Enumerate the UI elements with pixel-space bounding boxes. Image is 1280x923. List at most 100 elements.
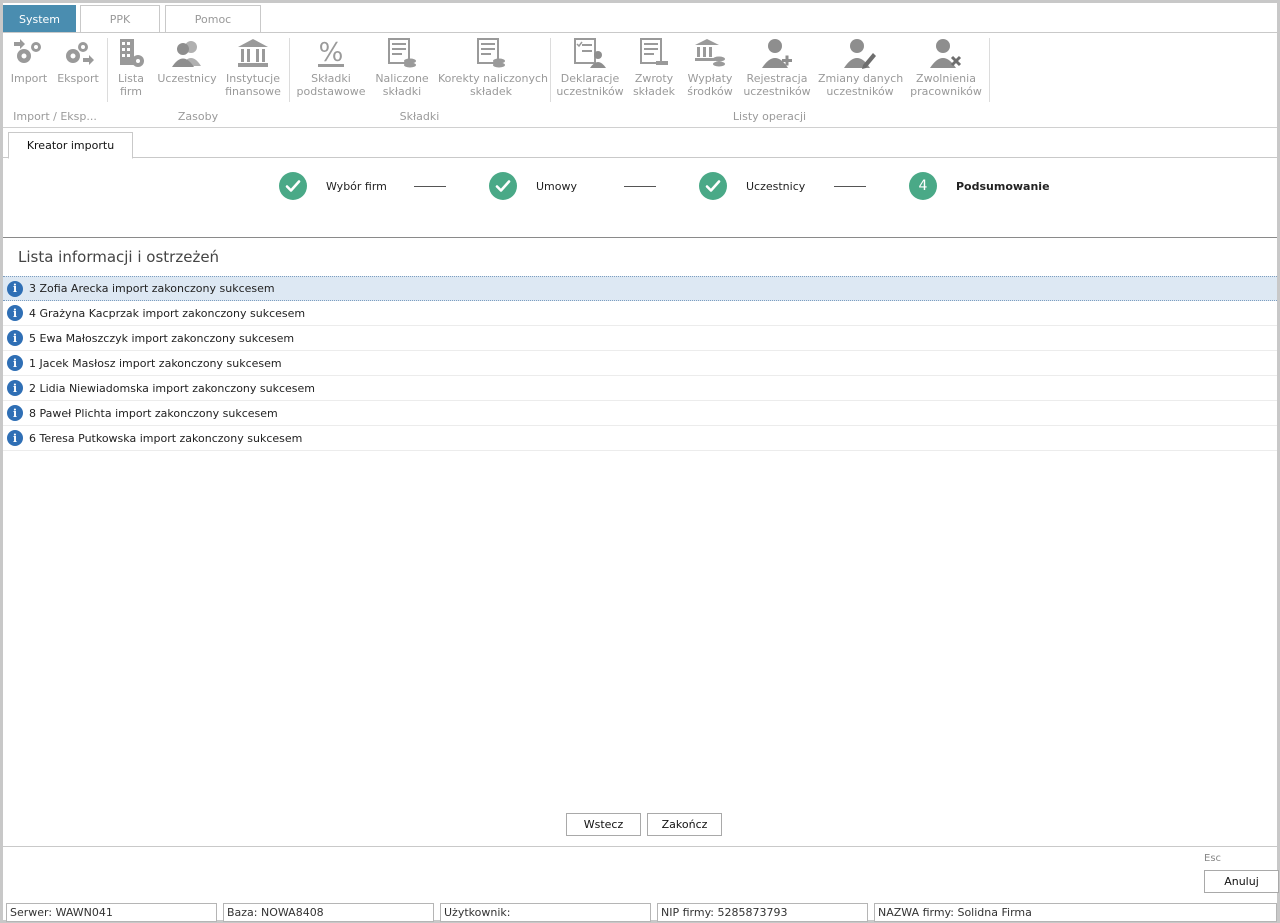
esc-shortcut-hint: Esc xyxy=(1204,853,1222,864)
step-1-done-icon xyxy=(279,172,307,200)
import-button[interactable]: Import xyxy=(7,36,51,85)
building-gear-icon xyxy=(113,36,149,70)
document-minus-icon xyxy=(631,36,677,70)
naliczone-skladki-button[interactable]: Naliczone składki xyxy=(373,36,431,98)
zwroty-label: Zwroty składek xyxy=(632,72,676,98)
message-text: 4 Grażyna Kacprzak import zakonczony suk… xyxy=(29,306,306,320)
user-remove-icon xyxy=(909,36,983,70)
list-item[interactable]: i 8 Paweł Plichta import zakonczony sukc… xyxy=(3,401,1277,426)
instytucje-label: Instytucje finansowe xyxy=(225,72,281,98)
list-item[interactable]: i 3 Zofia Arecka import zakonczony sukce… xyxy=(3,276,1277,301)
bank-icon xyxy=(222,36,284,70)
messages-list: i 3 Zofia Arecka import zakonczony sukce… xyxy=(3,276,1277,451)
wyplaty-label: Wypłaty środków xyxy=(687,72,733,98)
group-label-import-eksport: Import / Eksp... xyxy=(13,110,97,123)
group-label-listy-operacji: Listy operacji xyxy=(732,110,807,123)
back-button[interactable]: Wstecz xyxy=(566,813,641,836)
uczestnicy-button[interactable]: Uczestnicy xyxy=(157,36,217,85)
lista-firm-button[interactable]: Lista firm xyxy=(113,36,149,98)
step-connector xyxy=(414,186,446,187)
finish-button[interactable]: Zakończ xyxy=(647,813,722,836)
sheet-coins-icon xyxy=(438,36,544,70)
import-gears-icon xyxy=(7,36,51,70)
step-2-label: Umowy xyxy=(536,180,578,193)
checklist-users-icon xyxy=(556,36,624,70)
rejestracja-uczestnikow-button[interactable]: Rejestracja uczestników xyxy=(743,36,811,98)
list-item[interactable]: i 4 Grażyna Kacprzak import zakonczony s… xyxy=(3,301,1277,326)
step-4-number: 4 xyxy=(909,172,937,200)
info-icon: i xyxy=(7,430,23,446)
lista-firm-label: Lista firm xyxy=(118,72,144,98)
percent-icon: % xyxy=(295,36,367,70)
eksport-label: Eksport xyxy=(57,72,99,85)
message-text: 8 Paweł Plichta import zakonczony sukces… xyxy=(29,406,278,420)
wyplaty-srodkow-button[interactable]: Wypłaty środków xyxy=(685,36,735,98)
menu-bar: System PPK Pomoc xyxy=(3,5,1277,33)
korekty-label: Korekty naliczonych składek xyxy=(438,72,549,98)
status-nip: NIP firmy: 5285873793 xyxy=(657,903,868,922)
ribbon-separator xyxy=(289,38,290,102)
info-icon: i xyxy=(7,280,23,297)
document-tab-bar: Kreator importu xyxy=(3,130,1277,159)
message-text: 5 Ewa Małoszczyk import zakonczony sukce… xyxy=(29,331,295,345)
ribbon-separator xyxy=(550,38,551,102)
eksport-button[interactable]: Eksport xyxy=(55,36,101,85)
step-3-label: Uczestnicy xyxy=(746,180,806,193)
menu-tab-ppk[interactable]: PPK xyxy=(80,5,160,32)
menu-tab-system[interactable]: System xyxy=(3,5,76,32)
zmiany-danych-uczestnikow-button[interactable]: Zmiany danych uczestników xyxy=(818,36,904,98)
info-icon: i xyxy=(7,305,23,321)
list-item[interactable]: i 1 Jacek Masłosz import zakonczony sukc… xyxy=(3,351,1277,376)
sheet-coins-icon xyxy=(373,36,431,70)
tab-kreator-importu[interactable]: Kreator importu xyxy=(8,132,133,159)
info-icon: i xyxy=(7,405,23,421)
skladki-podstawowe-label: Składki podstawowe xyxy=(296,72,366,98)
group-label-zasoby: Zasoby xyxy=(177,110,219,123)
svg-text:%: % xyxy=(319,38,344,68)
section-title: Lista informacji i ostrzeżeń xyxy=(18,248,220,266)
step-4-label: Podsumowanie xyxy=(956,180,1050,193)
list-item[interactable]: i 2 Lidia Niewiadomska import zakonczony… xyxy=(3,376,1277,401)
status-user: Użytkownik: xyxy=(440,903,651,922)
status-server: Serwer: WAWN041 xyxy=(6,903,217,922)
list-item[interactable]: i 6 Teresa Putkowska import zakonczony s… xyxy=(3,426,1277,451)
message-text: 6 Teresa Putkowska import zakonczony suk… xyxy=(29,431,303,445)
cancel-button[interactable]: Anuluj xyxy=(1204,870,1279,893)
skladki-podstawowe-button[interactable]: % Składki podstawowe xyxy=(295,36,367,98)
rejestracja-label: Rejestracja uczestników xyxy=(743,72,811,98)
zwolnienia-pracownikow-button[interactable]: Zwolnienia pracowników xyxy=(909,36,983,98)
user-edit-icon xyxy=(818,36,902,70)
deklaracje-uczestnikow-button[interactable]: Deklaracje uczestników xyxy=(556,36,624,98)
status-database: Baza: NOWA8408 xyxy=(223,903,434,922)
bank-coins-icon xyxy=(685,36,735,70)
uczestnicy-label: Uczestnicy xyxy=(157,72,217,85)
korekty-naliczonych-skladek-button[interactable]: Korekty naliczonych składek xyxy=(438,36,549,98)
zmiany-label: Zmiany danych uczestników xyxy=(818,72,904,98)
menu-tab-pomoc[interactable]: Pomoc xyxy=(165,5,261,32)
footer-divider xyxy=(3,846,1277,847)
export-gears-icon xyxy=(55,36,101,70)
info-icon: i xyxy=(7,355,23,371)
group-label-skladki: Składki xyxy=(399,110,440,123)
message-text: 2 Lidia Niewiadomska import zakonczony s… xyxy=(29,381,316,395)
ribbon: Import Eksport Lista firm Uczestnicy Ins… xyxy=(3,34,1277,128)
naliczone-skladki-label: Naliczone składki xyxy=(375,72,429,98)
zwolnienia-label: Zwolnienia pracowników xyxy=(910,72,982,98)
step-1-label: Wybór firm xyxy=(326,180,387,193)
step-connector xyxy=(834,186,866,187)
users-icon xyxy=(157,36,217,70)
deklaracje-label: Deklaracje uczestników xyxy=(556,72,624,98)
application-window: System PPK Pomoc Import Eksport Lista fir… xyxy=(0,0,1280,923)
step-2-done-icon xyxy=(489,172,517,200)
status-company: NAZWA firmy: Solidna Firma xyxy=(874,903,1277,922)
section-divider xyxy=(3,237,1277,238)
info-icon: i xyxy=(7,380,23,396)
zwroty-skladek-button[interactable]: Zwroty składek xyxy=(631,36,677,98)
list-item[interactable]: i 5 Ewa Małoszczyk import zakonczony suk… xyxy=(3,326,1277,351)
step-connector xyxy=(624,186,656,187)
instytucje-finansowe-button[interactable]: Instytucje finansowe xyxy=(222,36,284,98)
user-add-icon xyxy=(743,36,811,70)
message-text: 3 Zofia Arecka import zakonczony sukcese… xyxy=(29,282,275,295)
info-icon: i xyxy=(7,330,23,346)
step-3-done-icon xyxy=(699,172,727,200)
